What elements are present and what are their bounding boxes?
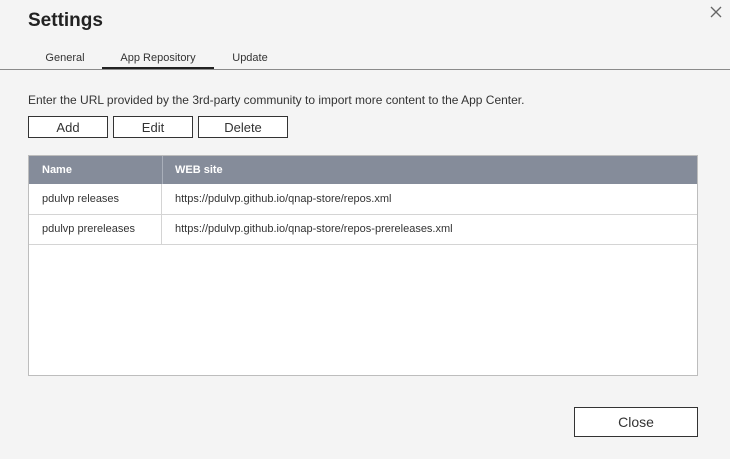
column-header-name[interactable]: Name xyxy=(42,156,72,184)
dialog-title: Settings xyxy=(28,10,103,31)
table-row[interactable]: pdulvp prereleases https://pdulvp.github… xyxy=(29,214,697,245)
tab-app-repository[interactable]: App Repository xyxy=(102,50,214,69)
tab-bar: General App Repository Update xyxy=(0,50,730,70)
add-button[interactable]: Add xyxy=(28,116,108,138)
column-divider xyxy=(162,156,163,184)
cell-divider xyxy=(161,214,162,244)
cell-website: https://pdulvp.github.io/qnap-store/repo… xyxy=(175,193,392,205)
description-text: Enter the URL provided by the 3rd-party … xyxy=(28,93,525,107)
tab-update[interactable]: Update xyxy=(226,50,274,67)
table-row[interactable]: pdulvp releases https://pdulvp.github.io… xyxy=(29,184,697,215)
edit-button[interactable]: Edit xyxy=(113,116,193,138)
cell-divider xyxy=(161,184,162,214)
column-header-website[interactable]: WEB site xyxy=(175,156,223,184)
repository-table: Name WEB site pdulvp releases https://pd… xyxy=(28,155,698,376)
delete-button[interactable]: Delete xyxy=(198,116,288,138)
close-button[interactable]: Close xyxy=(574,407,698,437)
table-header: Name WEB site xyxy=(29,156,697,184)
cell-website: https://pdulvp.github.io/qnap-store/repo… xyxy=(175,223,453,235)
cell-name: pdulvp prereleases xyxy=(42,223,135,235)
close-icon[interactable] xyxy=(707,3,725,21)
cell-name: pdulvp releases xyxy=(42,193,120,205)
tab-general[interactable]: General xyxy=(40,50,90,67)
settings-dialog: Settings General App Repository Update E… xyxy=(0,0,730,459)
